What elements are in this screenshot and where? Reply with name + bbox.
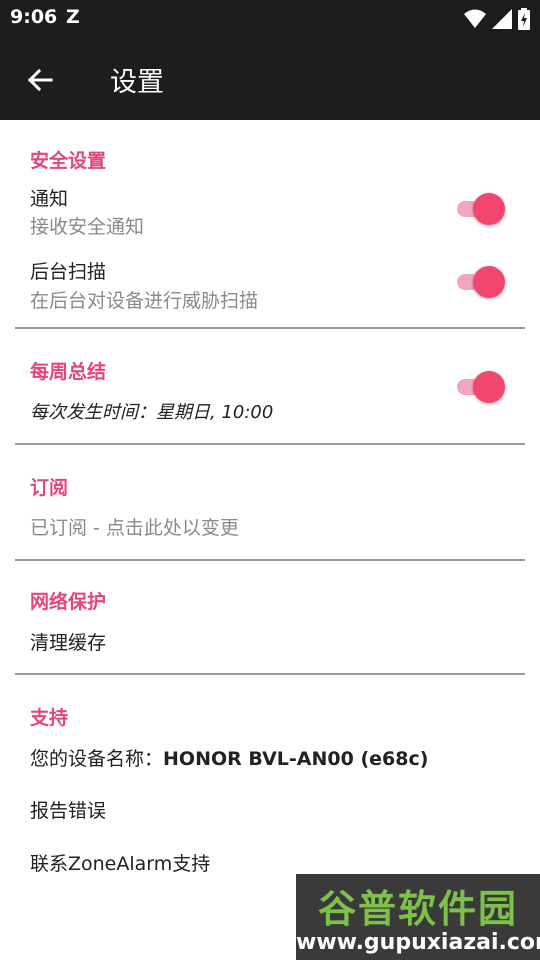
setting-notify-subtitle: 接收安全通知 xyxy=(30,216,145,238)
divider xyxy=(15,327,525,329)
section-title-weekly-summary: 每周总结 xyxy=(30,361,107,383)
subscription-status: 已订阅 - 点击此处以变更 xyxy=(30,517,239,539)
divider xyxy=(15,443,525,445)
clear-cache-label: 清理缓存 xyxy=(30,632,107,654)
notify-toggle[interactable] xyxy=(457,192,505,226)
watermark-title: 谷普软件园 xyxy=(317,887,518,931)
signal-icon xyxy=(492,9,512,29)
weekly-summary-toggle[interactable] xyxy=(457,370,505,404)
page-title: 设置 xyxy=(110,67,164,98)
section-title-support: 支持 xyxy=(30,707,69,729)
section-title-security: 安全设置 xyxy=(30,150,107,172)
setting-notify-title: 通知 xyxy=(30,188,69,210)
watermark-url: www.gupuxiazai.com xyxy=(296,930,540,955)
divider xyxy=(15,559,525,561)
status-icons xyxy=(464,8,530,30)
arrow-left-icon xyxy=(27,68,53,92)
divider xyxy=(15,673,525,675)
notification-icon: Z xyxy=(66,6,80,28)
toggle-thumb xyxy=(473,193,505,225)
toggle-thumb xyxy=(473,371,505,403)
battery-charging-icon xyxy=(518,8,530,30)
device-name-value: HONOR BVL-AN00 (e68c) xyxy=(163,748,429,770)
device-name-label: 您的设备名称： xyxy=(30,748,164,770)
wifi-icon xyxy=(464,9,486,28)
app-bar: 设置 xyxy=(0,38,540,120)
watermark-logo: 谷普软件园 www.gupuxiazai.com xyxy=(296,874,540,960)
setting-background-scan-title: 后台扫描 xyxy=(30,261,107,283)
contact-support-label: 联系ZoneAlarm支持 xyxy=(30,853,211,875)
toggle-thumb xyxy=(473,266,505,298)
background-scan-toggle[interactable] xyxy=(457,265,505,299)
setting-background-scan-subtitle: 在后台对设备进行威胁扫描 xyxy=(30,290,259,312)
status-bar: 9:06 Z xyxy=(0,0,540,38)
back-button[interactable] xyxy=(18,58,62,102)
device-name-line: 您的设备名称：HONOR BVL-AN00 (e68c) xyxy=(30,744,428,771)
section-title-network-protection: 网络保护 xyxy=(30,591,107,613)
status-time: 9:06 xyxy=(10,6,58,28)
weekly-summary-schedule: 每次发生时间：星期日, 10:00 xyxy=(30,402,274,423)
section-title-subscription: 订阅 xyxy=(30,477,69,499)
report-bug-label: 报告错误 xyxy=(30,800,107,822)
